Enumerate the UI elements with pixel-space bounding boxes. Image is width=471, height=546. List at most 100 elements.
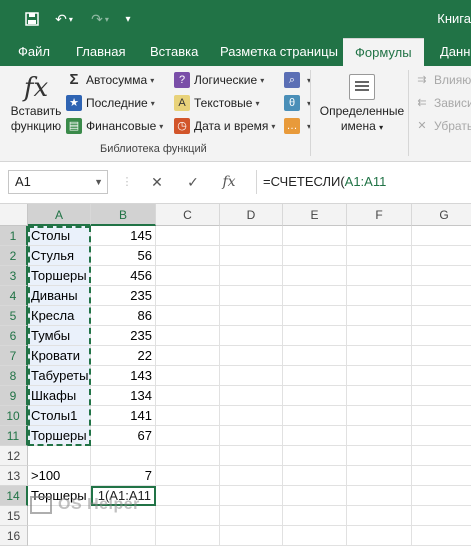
cell-b12[interactable]	[91, 446, 156, 466]
column-header-e[interactable]: E	[283, 204, 347, 226]
cell-c12[interactable]	[156, 446, 220, 466]
defined-names-button[interactable]: Определенные имена ▾	[316, 72, 408, 135]
redo-icon[interactable]: ↷ ▾	[86, 10, 114, 28]
cell-f16[interactable]	[347, 526, 412, 546]
cell-g13[interactable]	[412, 466, 471, 486]
cell-a7[interactable]: Кровати	[28, 346, 91, 366]
cell-b7[interactable]: 22	[91, 346, 156, 366]
tab-formulas[interactable]: Формулы	[343, 38, 424, 66]
row-header[interactable]: 4	[0, 286, 28, 306]
cell-b5[interactable]: 86	[91, 306, 156, 326]
save-icon[interactable]	[22, 10, 42, 28]
cell-e12[interactable]	[283, 446, 347, 466]
cell-d2[interactable]	[220, 246, 283, 266]
cell-b4[interactable]: 235	[91, 286, 156, 306]
cell-d6[interactable]	[220, 326, 283, 346]
cell-c8[interactable]	[156, 366, 220, 386]
cell-a1[interactable]: Столы	[28, 226, 91, 246]
customize-quick-access-icon[interactable]: ▾	[120, 10, 136, 28]
cell-d8[interactable]	[220, 366, 283, 386]
cell-c9[interactable]	[156, 386, 220, 406]
math-functions-button[interactable]: θ ▾	[284, 95, 311, 111]
cell-f3[interactable]	[347, 266, 412, 286]
cell-g1[interactable]	[412, 226, 471, 246]
cell-a11[interactable]: Торшеры	[28, 426, 91, 446]
tab-insert[interactable]: Вставка	[138, 38, 210, 66]
cell-g6[interactable]	[412, 326, 471, 346]
cell-f4[interactable]	[347, 286, 412, 306]
cell-e16[interactable]	[283, 526, 347, 546]
cell-g7[interactable]	[412, 346, 471, 366]
cell-d1[interactable]	[220, 226, 283, 246]
cell-f5[interactable]	[347, 306, 412, 326]
row-header[interactable]: 11	[0, 426, 28, 446]
cell-g12[interactable]	[412, 446, 471, 466]
text-functions-button[interactable]: A Текстовые ▾	[174, 95, 259, 111]
cell-d14[interactable]	[220, 486, 283, 506]
cell-a10[interactable]: Столы1	[28, 406, 91, 426]
cell-b2[interactable]: 56	[91, 246, 156, 266]
cell-g16[interactable]	[412, 526, 471, 546]
cell-c3[interactable]	[156, 266, 220, 286]
cell-c4[interactable]	[156, 286, 220, 306]
cell-a12[interactable]	[28, 446, 91, 466]
cell-b6[interactable]: 235	[91, 326, 156, 346]
row-header[interactable]: 16	[0, 526, 28, 546]
cell-c5[interactable]	[156, 306, 220, 326]
cell-e1[interactable]	[283, 226, 347, 246]
cell-b11[interactable]: 67	[91, 426, 156, 446]
cell-a3[interactable]: Торшеры	[28, 266, 91, 286]
cell-f12[interactable]	[347, 446, 412, 466]
cell-a4[interactable]: Диваны	[28, 286, 91, 306]
cell-b9[interactable]: 134	[91, 386, 156, 406]
cell-f13[interactable]	[347, 466, 412, 486]
cell-b10[interactable]: 141	[91, 406, 156, 426]
cell-g9[interactable]	[412, 386, 471, 406]
logical-functions-button[interactable]: ? Логические ▾	[174, 72, 264, 88]
cell-g10[interactable]	[412, 406, 471, 426]
row-header[interactable]: 5	[0, 306, 28, 326]
cell-e8[interactable]	[283, 366, 347, 386]
cell-f11[interactable]	[347, 426, 412, 446]
formula-input[interactable]: =СЧЕТЕСЛИ(A1:A11	[256, 170, 471, 194]
cell-c14[interactable]	[156, 486, 220, 506]
row-header[interactable]: 7	[0, 346, 28, 366]
cell-a9[interactable]: Шкафы	[28, 386, 91, 406]
row-header[interactable]: 3	[0, 266, 28, 286]
cell-e5[interactable]	[283, 306, 347, 326]
column-header-c[interactable]: C	[156, 204, 220, 226]
cell-c16[interactable]	[156, 526, 220, 546]
cell-e15[interactable]	[283, 506, 347, 526]
row-header[interactable]: 13	[0, 466, 28, 486]
tab-page-layout[interactable]: Разметка страницы	[208, 38, 350, 66]
cell-f6[interactable]	[347, 326, 412, 346]
cell-f7[interactable]	[347, 346, 412, 366]
cell-d16[interactable]	[220, 526, 283, 546]
undo-icon[interactable]: ↶ ▾	[50, 10, 78, 28]
cell-d15[interactable]	[220, 506, 283, 526]
cell-g8[interactable]	[412, 366, 471, 386]
more-functions-button[interactable]: … ▾	[284, 118, 311, 134]
chevron-down-icon[interactable]: ▼	[94, 171, 103, 193]
row-header[interactable]: 10	[0, 406, 28, 426]
cell-a5[interactable]: Кресла	[28, 306, 91, 326]
trace-dependents-button[interactable]: ⇇ Зависи	[414, 95, 471, 111]
cell-d4[interactable]	[220, 286, 283, 306]
cell-e9[interactable]	[283, 386, 347, 406]
cell-d5[interactable]	[220, 306, 283, 326]
trace-precedents-button[interactable]: ⇉ Влияю	[414, 72, 471, 88]
cell-e3[interactable]	[283, 266, 347, 286]
cell-e11[interactable]	[283, 426, 347, 446]
row-header[interactable]: 6	[0, 326, 28, 346]
cell-e10[interactable]	[283, 406, 347, 426]
cell-f2[interactable]	[347, 246, 412, 266]
autosum-button[interactable]: Σ Автосумма ▾	[66, 72, 154, 88]
financial-functions-button[interactable]: ▤ Финансовые ▾	[66, 118, 163, 134]
cell-b3[interactable]: 456	[91, 266, 156, 286]
cell-c2[interactable]	[156, 246, 220, 266]
cell-c15[interactable]	[156, 506, 220, 526]
cell-d12[interactable]	[220, 446, 283, 466]
worksheet-grid[interactable]: A B C D E F G 1 Столы 145 2 Стулья 56 3 Торшеры 456 4 Див…	[0, 204, 471, 546]
cell-g3[interactable]	[412, 266, 471, 286]
cell-d9[interactable]	[220, 386, 283, 406]
